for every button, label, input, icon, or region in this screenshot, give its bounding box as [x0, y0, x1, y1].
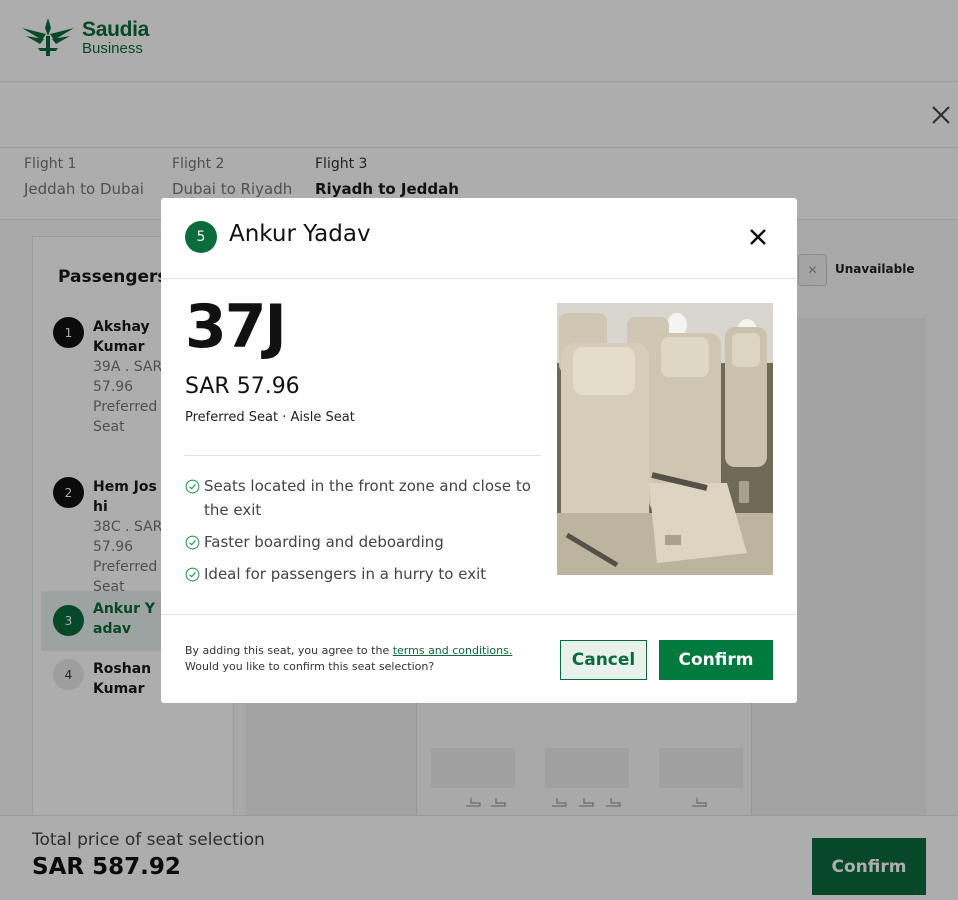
seat-confirmation-modal: 5 Ankur Yadav 37J SAR 57.96 Preferred Se… [161, 198, 797, 703]
seat-features-list: Seats located in the front zone and clos… [185, 474, 541, 594]
cancel-button[interactable]: Cancel [560, 640, 647, 680]
close-icon[interactable] [747, 226, 769, 248]
seat-price: SAR 57.96 [185, 374, 300, 399]
seat-type: Preferred Seat · Aisle Seat [185, 410, 355, 425]
agreement-text: By adding this seat, you agree to the te… [185, 643, 535, 675]
seat-photo [557, 303, 773, 575]
modal-footer: By adding this seat, you agree to the te… [161, 614, 797, 703]
check-circle-icon [185, 479, 200, 494]
feature-text: Seats located in the front zone and clos… [204, 477, 531, 519]
seat-code: 37J [185, 292, 287, 362]
passenger-number-badge: 5 [185, 221, 217, 253]
feature-text: Ideal for passengers in a hurry to exit [204, 565, 487, 583]
modal-header: 5 Ankur Yadav [161, 198, 797, 279]
feature-item: Seats located in the front zone and clos… [185, 474, 541, 522]
confirm-button[interactable]: Confirm [659, 640, 773, 680]
check-circle-icon [185, 535, 200, 550]
agreement-question: Would you like to confirm this seat sele… [185, 660, 435, 673]
feature-item: Faster boarding and deboarding [185, 530, 541, 554]
modal-passenger-name: Ankur Yadav [229, 221, 371, 247]
check-circle-icon [185, 567, 200, 582]
divider [185, 455, 541, 456]
terms-link[interactable]: terms and conditions. [393, 644, 513, 657]
feature-item: Ideal for passengers in a hurry to exit [185, 562, 541, 586]
agreement-prefix: By adding this seat, you agree to the [185, 644, 390, 657]
feature-text: Faster boarding and deboarding [204, 533, 444, 551]
